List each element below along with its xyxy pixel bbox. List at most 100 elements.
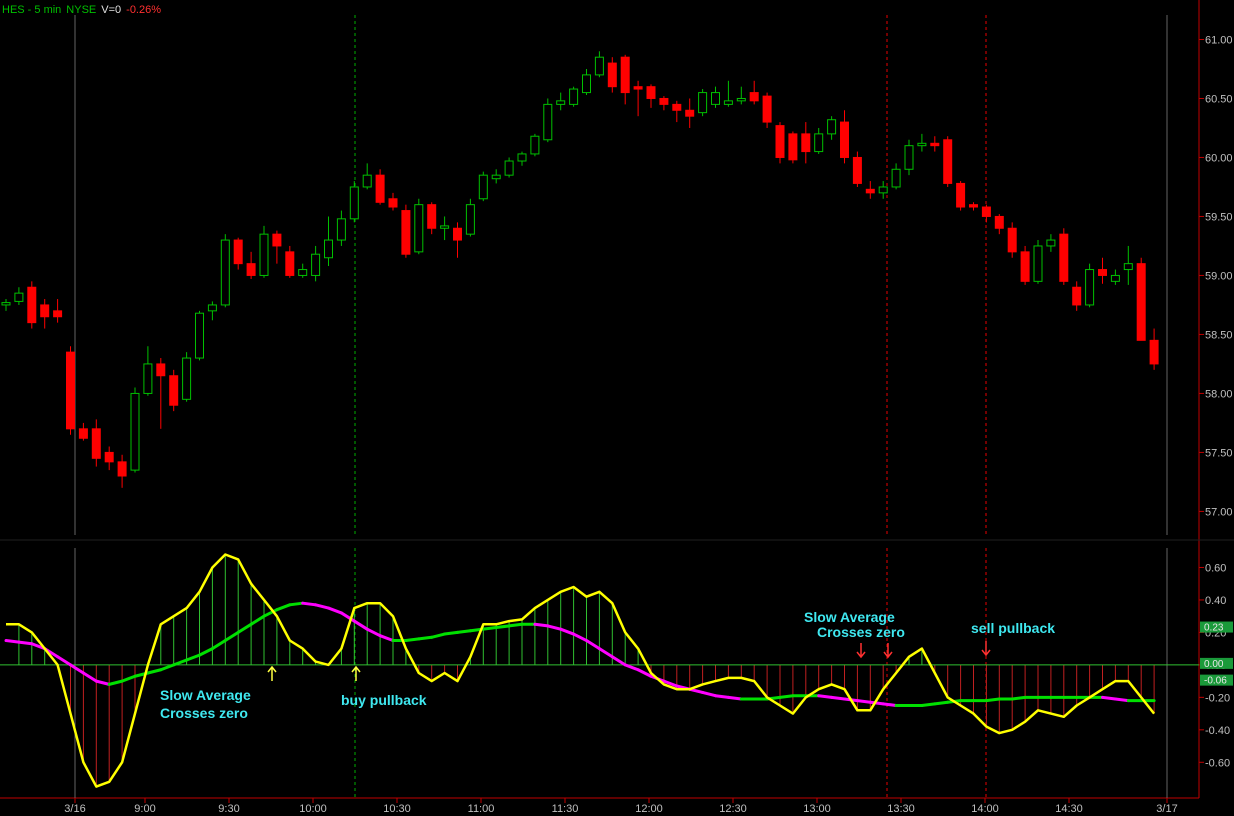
candle-body xyxy=(1007,227,1017,253)
value-badge-label: -0.06 xyxy=(1204,676,1227,687)
time-tick-label: 11:30 xyxy=(552,803,579,815)
candle-body xyxy=(491,174,501,180)
arrow-down-icon xyxy=(883,643,893,659)
candle-body xyxy=(233,239,243,265)
slow-average-segment xyxy=(159,663,176,672)
slow-average-segment xyxy=(817,694,834,699)
osc-tick-label: -0.40 xyxy=(1205,725,1230,737)
candle-body xyxy=(736,97,746,102)
arrow-up-icon xyxy=(351,665,361,681)
price-tick-label: 59.50 xyxy=(1205,211,1233,223)
slow-average-segment xyxy=(210,639,227,651)
candle-body xyxy=(375,174,385,203)
slow-average-segment xyxy=(559,627,576,636)
slow-average-segment xyxy=(778,694,795,699)
candle-body xyxy=(1085,269,1095,306)
time-tick-label: 12:00 xyxy=(635,803,663,815)
slow-average-segment xyxy=(623,663,640,672)
slow-average-segment xyxy=(868,700,885,706)
candle-body xyxy=(388,198,398,208)
time-tick-label: 10:00 xyxy=(299,803,327,815)
candle-body xyxy=(930,142,940,147)
candle-body xyxy=(840,121,849,158)
candle-body xyxy=(1033,245,1043,282)
slow-average-segment xyxy=(223,630,240,643)
price-tick-label: 57.00 xyxy=(1205,506,1233,518)
candle-body xyxy=(130,392,140,471)
candle-body xyxy=(594,56,604,76)
osc-tick-label: -0.20 xyxy=(1205,692,1230,704)
candle-body xyxy=(91,428,101,459)
candle-body xyxy=(1136,263,1146,341)
time-tick-label: 11:00 xyxy=(468,803,495,815)
slow-average-segment xyxy=(494,624,511,630)
chart-window: 61.00 60.50 60.00 59.50 59.00 58.50 58.00 57.50… xyxy=(0,0,1234,816)
candle-body xyxy=(788,133,798,161)
value-badge-label: 0.00 xyxy=(1204,659,1224,670)
candle-body xyxy=(801,133,811,153)
candle-body xyxy=(117,461,127,477)
candle-body xyxy=(207,304,217,312)
slow-average-segment xyxy=(533,622,550,628)
candle-body xyxy=(220,239,230,306)
slow-average-segment xyxy=(546,624,563,631)
arrow-path xyxy=(856,643,866,659)
time-tick-label: 14:00 xyxy=(971,803,999,815)
slow-average-segment xyxy=(275,603,292,612)
change-label: -0.26% xyxy=(126,4,162,16)
volume-label: V=0 xyxy=(101,4,122,16)
candle-body xyxy=(298,269,308,276)
slow-average-segment xyxy=(830,695,846,701)
candle-body xyxy=(1020,251,1030,282)
candle-body xyxy=(530,135,540,155)
candle-body xyxy=(672,103,682,111)
candle-body xyxy=(981,206,991,217)
arrow-path xyxy=(981,641,991,657)
candle-body xyxy=(414,204,424,253)
oscillator-line xyxy=(6,553,1156,788)
slow-average-segment xyxy=(714,694,730,699)
candle-body xyxy=(969,204,978,208)
arrow-path xyxy=(883,643,893,659)
slow-average-segment xyxy=(288,601,305,607)
price-tick-label: 57.50 xyxy=(1205,447,1233,459)
price-tick-label: 58.00 xyxy=(1205,388,1233,400)
candle-body xyxy=(14,292,24,302)
candle-body xyxy=(775,125,785,158)
candle-body xyxy=(66,351,75,430)
candle-body xyxy=(904,145,914,170)
candle-body xyxy=(465,204,475,235)
candle-body xyxy=(646,86,656,99)
slow-average-segment xyxy=(597,647,614,659)
candle-body xyxy=(27,286,37,324)
candle-body xyxy=(401,210,411,255)
candle-body xyxy=(543,103,553,141)
candle-body xyxy=(891,168,901,188)
slow-average-segment xyxy=(456,629,472,634)
slow-average-segment xyxy=(1010,695,1027,701)
slow-average-segment xyxy=(585,639,601,651)
slow-average-segment xyxy=(507,622,524,628)
annotation-text: buy pullback xyxy=(341,692,427,708)
candle-body xyxy=(169,375,179,406)
candle-body xyxy=(556,100,566,105)
candle-body xyxy=(336,218,346,241)
arrow-path xyxy=(351,665,361,681)
candle-body xyxy=(1059,233,1069,282)
candle-body xyxy=(349,186,359,220)
candle-body xyxy=(1072,286,1082,306)
time-tick-label: 12:30 xyxy=(719,803,747,815)
time-tick-label: 9:30 xyxy=(218,803,239,815)
exchange-label: NYSE xyxy=(66,4,97,16)
candle-body xyxy=(711,92,720,105)
annotation-text: sell pullback xyxy=(971,620,1055,636)
candle-body xyxy=(1123,263,1133,271)
slow-average-segment xyxy=(301,601,318,607)
time-tick-label: 14:30 xyxy=(1055,803,1083,815)
candle-body xyxy=(1098,269,1107,276)
slow-average-segment xyxy=(430,632,447,639)
time-tick-label: 3/17 xyxy=(1156,803,1177,815)
candle-body xyxy=(569,88,579,105)
candle-body xyxy=(324,239,333,259)
candle-body xyxy=(53,310,63,318)
